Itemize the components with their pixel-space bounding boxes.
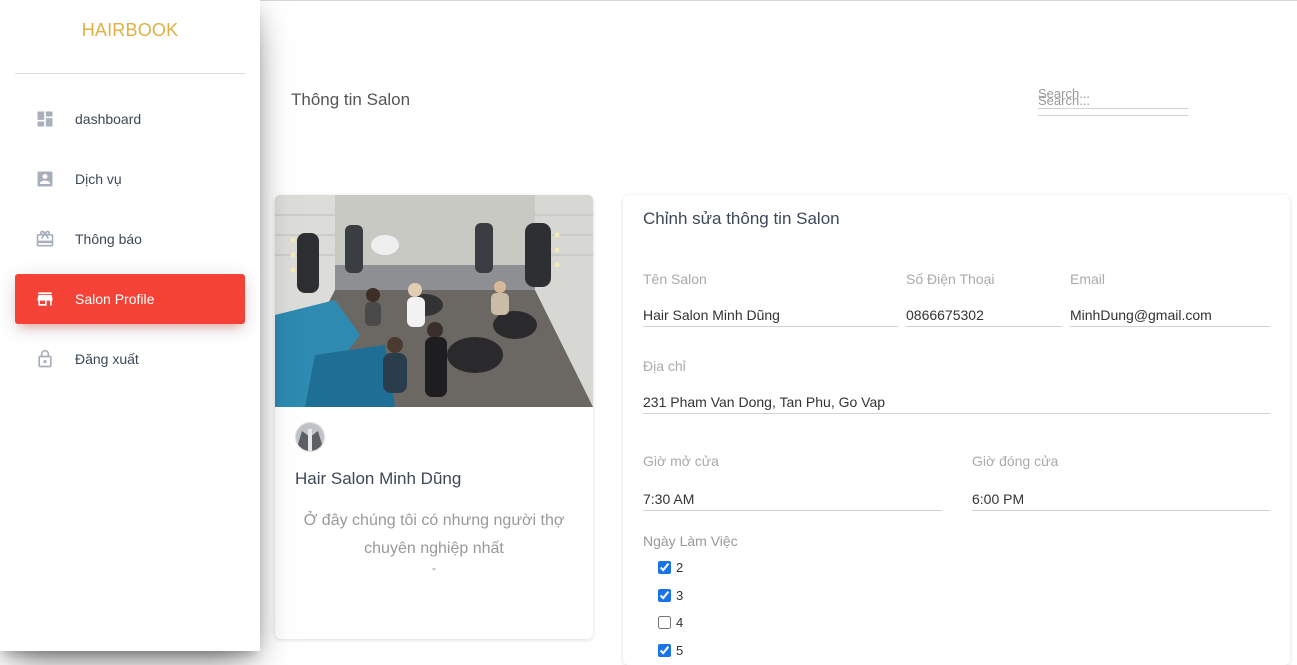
workday-2: 2 bbox=[658, 559, 683, 575]
page-title: Thông tin Salon bbox=[291, 90, 411, 109]
phone-label: Số Điện Thoại bbox=[906, 271, 995, 287]
salon-description: Ở đây chúng tôi có nhưng người thợ chuyê… bbox=[303, 512, 565, 557]
address-field[interactable] bbox=[643, 390, 1270, 414]
address-label: Địa chỉ bbox=[643, 358, 686, 374]
workday-label: 3 bbox=[676, 587, 684, 603]
workday-4: 4 bbox=[658, 614, 683, 630]
salon-name-label: Tên Salon bbox=[643, 271, 707, 287]
salon-photo bbox=[275, 195, 593, 407]
workday-5: 5 bbox=[658, 642, 683, 658]
sidebar: HAIRBOOK dashboard Dịch vụ Thông báo Sal… bbox=[0, 0, 260, 651]
sidebar-item-label: dashboard bbox=[75, 111, 142, 127]
sidebar-item-logout[interactable]: Đăng xuất bbox=[15, 334, 245, 384]
person-box-icon bbox=[33, 167, 57, 191]
sidebar-item-label: Salon Profile bbox=[75, 291, 155, 307]
salon-name: Hair Salon Minh Dũng bbox=[295, 469, 462, 488]
search-box: Search... bbox=[1038, 86, 1188, 116]
workday-4-checkbox[interactable] bbox=[658, 615, 671, 629]
workdays-label: Ngày Làm Việc bbox=[643, 533, 738, 549]
open-time-field[interactable] bbox=[643, 487, 942, 511]
sidebar-item-notifications[interactable]: Thông báo bbox=[15, 214, 245, 264]
sidebar-item-dashboard[interactable]: dashboard bbox=[15, 94, 245, 144]
brand-divider bbox=[15, 73, 245, 74]
workday-3: 3 bbox=[658, 587, 683, 603]
workday-3-checkbox[interactable] bbox=[658, 588, 671, 602]
sidebar-item-label: Đăng xuất bbox=[75, 351, 139, 367]
avatar bbox=[296, 423, 324, 451]
lock-icon bbox=[33, 347, 57, 371]
workday-label: 5 bbox=[676, 642, 684, 658]
workday-label: 4 bbox=[676, 614, 684, 630]
sidebar-item-label: Thông báo bbox=[75, 231, 142, 247]
store-icon bbox=[33, 287, 57, 311]
open-time-label: Giờ mở cửa bbox=[643, 453, 719, 469]
salon-profile-card: Hair Salon Minh Dũng Ở đây chúng tôi có … bbox=[275, 195, 593, 639]
workday-2-checkbox[interactable] bbox=[658, 560, 671, 574]
workday-label: 2 bbox=[676, 559, 684, 575]
phone-field[interactable] bbox=[906, 303, 1062, 327]
gift-icon bbox=[33, 227, 57, 251]
edit-salon-card: Chỉnh sửa thông tin Salon Tên Salon Số Đ… bbox=[623, 195, 1290, 665]
close-time-field[interactable] bbox=[972, 487, 1270, 511]
sidebar-item-salon-profile[interactable]: Salon Profile bbox=[15, 274, 245, 324]
edit-card-title: Chỉnh sửa thông tin Salon bbox=[643, 209, 840, 228]
sidebar-item-services[interactable]: Dịch vụ bbox=[15, 154, 245, 204]
search-underline bbox=[1038, 115, 1188, 116]
quote-mark: " bbox=[432, 567, 436, 578]
workday-5-checkbox[interactable] bbox=[658, 643, 671, 657]
close-time-label: Giờ đóng cửa bbox=[972, 453, 1059, 469]
sidebar-item-label: Dịch vụ bbox=[75, 171, 122, 187]
brand-logo[interactable]: HAIRBOOK bbox=[0, 20, 260, 41]
email-label: Email bbox=[1070, 271, 1106, 287]
search-input[interactable] bbox=[1038, 93, 1188, 109]
salon-name-field[interactable] bbox=[643, 303, 898, 327]
email-field[interactable] bbox=[1070, 303, 1270, 327]
dashboard-icon bbox=[33, 107, 57, 131]
